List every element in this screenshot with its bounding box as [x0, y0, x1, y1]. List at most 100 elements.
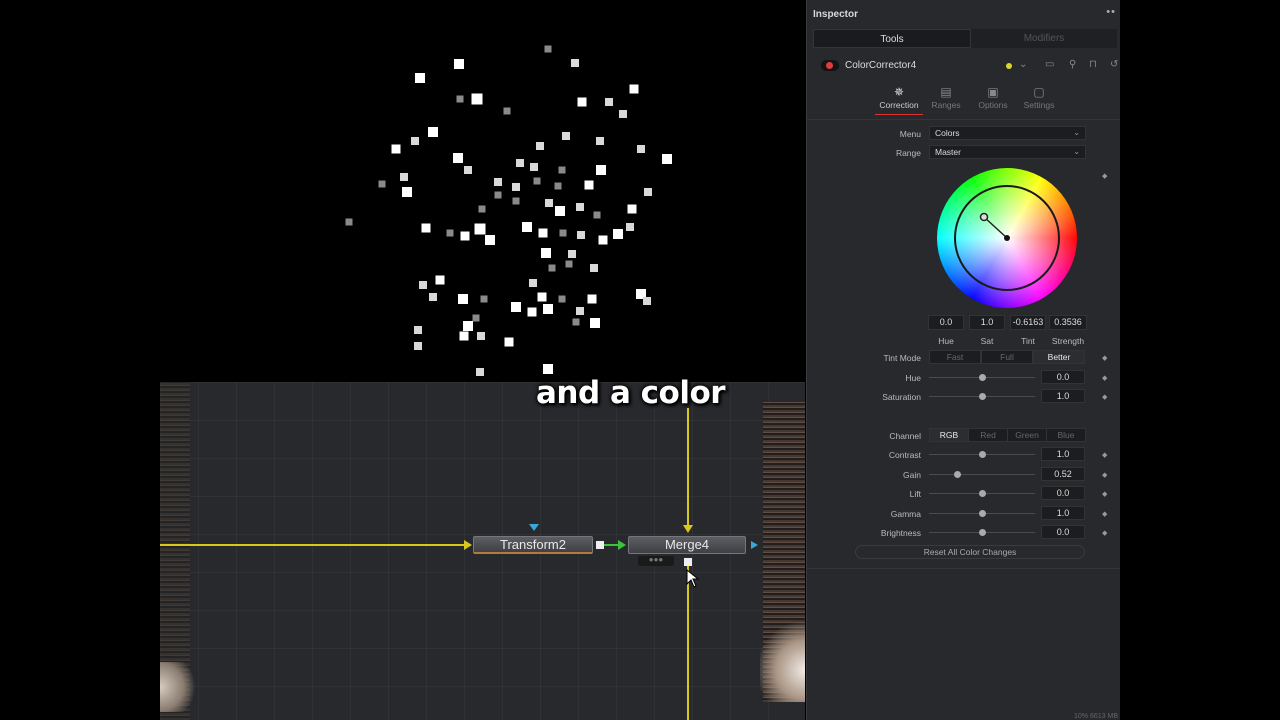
particle: [577, 231, 585, 239]
wire-arrow-merge-top: [683, 525, 693, 533]
hue-slider[interactable]: [929, 374, 1035, 381]
channel-rgb[interactable]: RGB: [929, 428, 969, 442]
keyframe-diamond-icon[interactable]: ◆: [1102, 471, 1107, 479]
particle: [558, 166, 566, 174]
particle: [637, 145, 645, 153]
menu-select-value: Colors: [935, 128, 960, 138]
brightness-value[interactable]: 0.0: [1041, 525, 1085, 539]
menu-label: Menu: [899, 129, 921, 139]
mouse-cursor-icon: [686, 569, 700, 588]
lift-slider-knob[interactable]: [978, 490, 986, 497]
tint-mode-full[interactable]: Full: [981, 350, 1033, 364]
keyframe-diamond-icon[interactable]: ◆: [1102, 529, 1107, 537]
contrast-value[interactable]: 1.0: [1041, 447, 1085, 461]
wheel-sat-label: Sat: [980, 336, 994, 346]
channel-red[interactable]: Red: [968, 428, 1008, 442]
saturation-slider[interactable]: [929, 393, 1035, 400]
reset-all-color-changes-button[interactable]: Reset All Color Changes: [855, 545, 1085, 559]
tool-name: ColorCorrector4: [845, 60, 917, 71]
node-merge4[interactable]: Merge4: [628, 536, 746, 554]
chevron-down-icon[interactable]: ⌄: [1019, 59, 1027, 70]
wheel-hue-value[interactable]: 0.0: [928, 315, 964, 330]
tab-modifiers[interactable]: Modifiers: [971, 29, 1117, 48]
node-editor[interactable]: Transform2 Merge4 ●●●: [160, 382, 805, 720]
gain-value[interactable]: 0.52: [1041, 466, 1085, 481]
saturation-value[interactable]: 1.0: [1041, 389, 1085, 403]
subtab-settings[interactable]: ▢ Settings: [1015, 84, 1063, 110]
tool-enable-toggle[interactable]: [821, 60, 839, 71]
keyframe-diamond-icon[interactable]: ◆: [1102, 510, 1107, 518]
particle: [459, 331, 469, 341]
wheel-center-dot: [1004, 235, 1010, 241]
subtab-correction[interactable]: ✵ Correction: [875, 84, 923, 115]
gamma-slider-knob[interactable]: [978, 509, 986, 517]
particle: [590, 318, 600, 328]
particle: [474, 223, 486, 235]
particle: [644, 188, 652, 196]
particle: [511, 302, 521, 312]
wheel-tint-value[interactable]: -0.6163: [1010, 315, 1046, 330]
range-select[interactable]: Master ⌄: [929, 145, 1086, 159]
lock-icon[interactable]: ⊓: [1089, 59, 1097, 70]
subtab-ranges[interactable]: ▤ Ranges: [922, 84, 970, 110]
keyframe-diamond-icon[interactable]: ◆: [1102, 354, 1107, 362]
particle: [572, 318, 580, 326]
particle: [593, 211, 601, 219]
channel-blue[interactable]: Blue: [1046, 428, 1086, 442]
inspector-divider: [807, 568, 1121, 569]
tint-mode-better[interactable]: Better: [1033, 350, 1085, 364]
contrast-slider[interactable]: [929, 451, 1035, 458]
hue-value[interactable]: 0.0: [1041, 370, 1085, 384]
tool-header[interactable]: ColorCorrector4 ⌄ ▭ ⚲ ⊓ ↺: [813, 56, 1121, 76]
brightness-label: Brightness: [880, 528, 921, 538]
wheel-strength-value[interactable]: 0.3536: [1049, 315, 1087, 330]
reset-icon[interactable]: ↺: [1110, 59, 1118, 70]
right-letterbox: [1120, 0, 1280, 720]
gain-slider[interactable]: [929, 470, 1035, 478]
gain-slider-knob[interactable]: [954, 470, 962, 478]
merge4-status-bar: ●●●: [638, 556, 674, 566]
correction-icon: ✵: [893, 85, 905, 99]
saturation-slider-knob[interactable]: [978, 393, 986, 400]
particle: [411, 137, 419, 145]
subtab-label: Ranges: [931, 100, 961, 110]
particle: [503, 107, 511, 115]
viewer-panel[interactable]: [160, 0, 805, 382]
particle: [545, 199, 553, 207]
inspector-options-icon[interactable]: ••: [1106, 6, 1116, 18]
brightness-slider[interactable]: [929, 529, 1035, 536]
keyframe-diamond-icon[interactable]: ◆: [1102, 172, 1107, 180]
tab-tools[interactable]: Tools: [813, 29, 971, 48]
contrast-slider-knob[interactable]: [978, 451, 986, 458]
particle: [629, 84, 639, 94]
particle: [543, 304, 553, 314]
gamma-value[interactable]: 1.0: [1041, 505, 1085, 520]
saturation-label: Saturation: [882, 392, 921, 402]
chevron-down-icon: ⌄: [1073, 147, 1080, 156]
lift-value[interactable]: 0.0: [1041, 486, 1085, 500]
inspector-tabbar: Tools Modifiers: [813, 29, 1117, 48]
lift-slider[interactable]: [929, 490, 1035, 497]
hue-slider-knob[interactable]: [978, 374, 986, 381]
transform-output-port: [596, 541, 604, 549]
node-transform2[interactable]: Transform2: [473, 536, 593, 554]
color-wheel[interactable]: [937, 168, 1077, 308]
keyframe-diamond-icon[interactable]: ◆: [1102, 451, 1107, 459]
gamma-slider[interactable]: [929, 509, 1035, 517]
brightness-slider-knob[interactable]: [978, 529, 986, 536]
channel-green[interactable]: Green: [1007, 428, 1047, 442]
tint-mode-fast[interactable]: Fast: [929, 350, 981, 364]
particle: [565, 260, 573, 268]
contrast-label: Contrast: [888, 450, 921, 460]
particle: [414, 342, 422, 350]
keyframe-diamond-icon[interactable]: ◆: [1102, 490, 1107, 498]
pin-icon[interactable]: ⚲: [1069, 59, 1076, 70]
menu-select[interactable]: Colors ⌄: [929, 126, 1086, 140]
version-icon[interactable]: ▭: [1045, 59, 1054, 70]
keyframe-diamond-icon[interactable]: ◆: [1102, 393, 1107, 401]
gamma-label: Gamma: [890, 508, 921, 519]
subtab-options[interactable]: ▣ Options: [969, 84, 1017, 110]
keyframe-diamond-icon[interactable]: ◆: [1102, 374, 1107, 382]
wheel-sat-value[interactable]: 1.0: [969, 315, 1005, 330]
wheel-puck-line: [983, 216, 1008, 239]
